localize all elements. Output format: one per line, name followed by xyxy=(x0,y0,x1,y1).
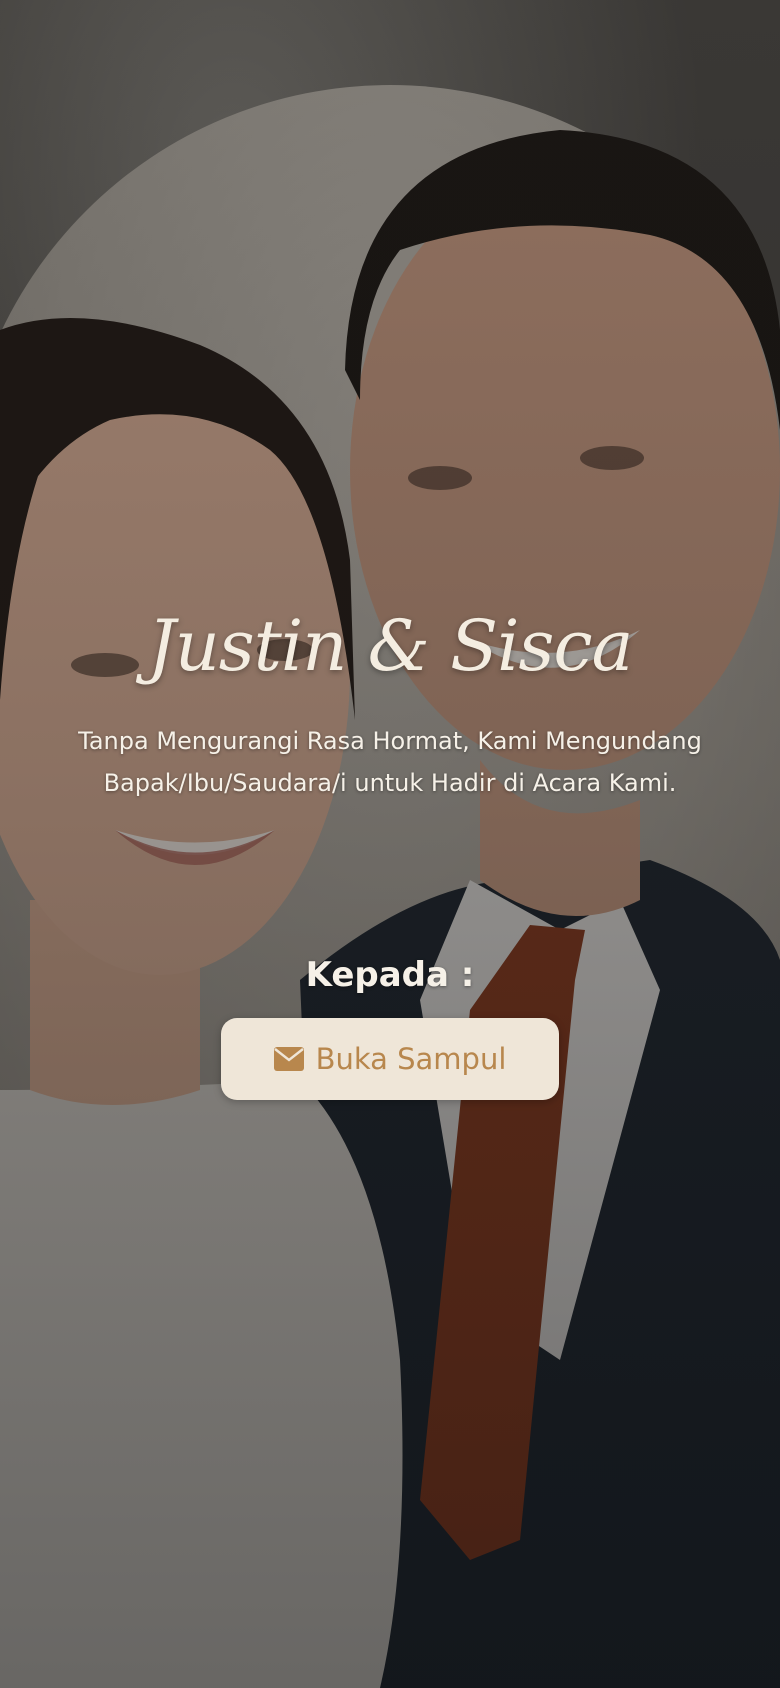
recipient-label: Kepada : xyxy=(305,955,475,995)
envelope-icon xyxy=(273,1047,304,1071)
couple-names-heading: Justin & Sisca xyxy=(147,605,634,687)
invitation-message: Tanpa Mengurangi Rasa Hormat, Kami Mengu… xyxy=(78,727,702,797)
open-cover-button-label: Buka Sampul xyxy=(315,1042,507,1076)
invitation-cover-screen: Justin & Sisca Tanpa Mengurangi Rasa Hor… xyxy=(0,0,780,1688)
open-cover-button[interactable]: Buka Sampul xyxy=(221,1018,559,1100)
cover-content: Justin & Sisca Tanpa Mengurangi Rasa Hor… xyxy=(0,0,780,1688)
